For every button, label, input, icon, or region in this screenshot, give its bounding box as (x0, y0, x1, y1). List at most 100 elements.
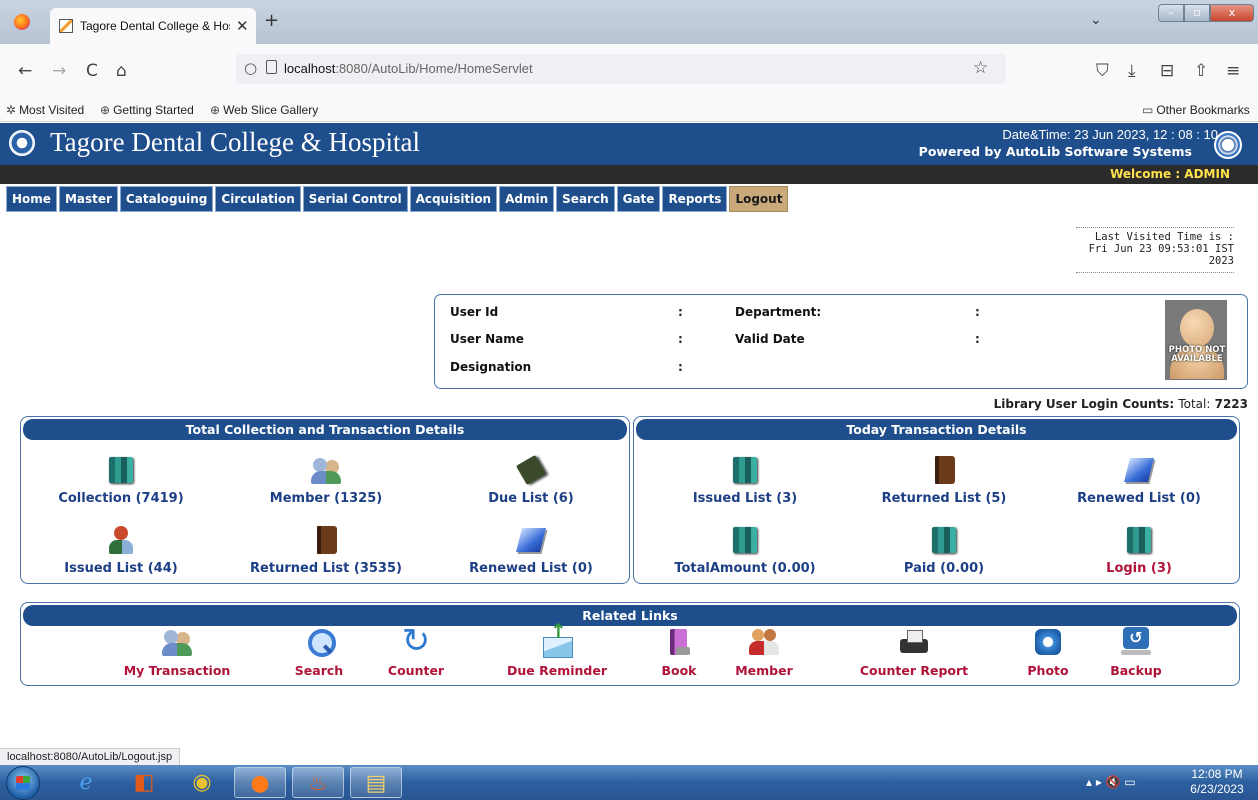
link-counter[interactable]: Counter (356, 621, 476, 678)
link-backup[interactable]: Backup (1076, 627, 1196, 678)
internet-explorer-icon[interactable]: ℯ (60, 767, 112, 798)
menu-search[interactable]: Search (556, 186, 615, 212)
login-label[interactable]: Login (3) (1039, 561, 1239, 576)
today-returned-label[interactable]: Returned List (5) (844, 491, 1044, 506)
main-menu: Home Master Cataloguing Circulation Seri… (6, 186, 789, 212)
issued-list-tile[interactable]: Issued List (44) (21, 525, 221, 576)
member-tile[interactable]: Member (1325) (226, 455, 426, 506)
list-tabs-button[interactable]: ⌄ (1090, 12, 1102, 28)
today-renewed-tile[interactable]: Renewed List (0) (1039, 455, 1239, 506)
menu-master[interactable]: Master (58, 186, 118, 212)
avatar-head-icon (1180, 309, 1214, 347)
window-minimize-button[interactable]: – (1158, 4, 1184, 22)
backup-icon (1121, 627, 1151, 657)
bookmark-star-icon[interactable]: ☆ (973, 58, 988, 78)
members-icon (311, 455, 341, 485)
menu-serial-control[interactable]: Serial Control (302, 186, 408, 212)
backup-label[interactable]: Backup (1076, 663, 1196, 678)
menu-acquisition[interactable]: Acquisition (409, 186, 498, 212)
menu-gate[interactable]: Gate (616, 186, 661, 212)
total-amount-label[interactable]: TotalAmount (0.00) (645, 561, 845, 576)
library-icon[interactable]: ⊟ (1160, 61, 1174, 81)
tracking-shield-icon[interactable]: ○ (244, 59, 257, 77)
java-icon[interactable]: ♨ (292, 767, 344, 798)
app-title: Tagore Dental College & Hospital (50, 127, 421, 157)
reload-icon[interactable]: C (86, 61, 98, 81)
url-text[interactable]: localhost:8080/AutoLib/Home/HomeServlet (284, 61, 533, 76)
renewed-list-label[interactable]: Renewed List (0) (431, 561, 631, 576)
returned-list-tile[interactable]: Returned List (3535) (226, 525, 426, 576)
login-counts-total-label: Total: (1178, 397, 1211, 411)
due-list-tile[interactable]: Due List (6) (431, 455, 631, 506)
chrome-icon[interactable]: ◉ (176, 767, 228, 798)
link-member[interactable]: Member (704, 627, 824, 678)
returned-list-label[interactable]: Returned List (3535) (226, 561, 426, 576)
downloads-icon[interactable]: ⤓ (1128, 61, 1136, 81)
browser-tab[interactable]: Tagore Dental College & Hospit ✕ (50, 8, 256, 44)
window-maximize-button[interactable]: ▫ (1184, 4, 1210, 22)
counter-report-label[interactable]: Counter Report (854, 663, 974, 678)
other-bookmarks[interactable]: ▭ Other Bookmarks (1142, 103, 1250, 117)
user-id-colon: : (678, 305, 683, 319)
link-counter-report[interactable]: Counter Report (854, 627, 974, 678)
bookmark-web-slice-gallery[interactable]: ⊕ Web Slice Gallery (210, 103, 318, 117)
menu-circulation[interactable]: Circulation (215, 186, 301, 212)
due-list-label[interactable]: Due List (6) (431, 491, 631, 506)
page-info-icon[interactable] (266, 60, 277, 74)
pocket-icon[interactable]: ⛉ (1096, 61, 1109, 81)
bookmark-most-visited[interactable]: ✲ Most Visited (6, 103, 84, 117)
issued-list-label[interactable]: Issued List (44) (21, 561, 221, 576)
counter-label[interactable]: Counter (356, 663, 476, 678)
system-clock[interactable]: 12:08 PM 6/23/2023 (1182, 767, 1252, 797)
blue-book-icon (516, 525, 546, 555)
office-icon[interactable]: ◧ (118, 767, 170, 798)
globe-icon: ⊕ (100, 103, 111, 117)
renewed-list-tile[interactable]: Renewed List (0) (431, 525, 631, 576)
firefox-taskbar-icon[interactable]: ● (234, 767, 286, 798)
my-transaction-label[interactable]: My Transaction (117, 663, 237, 678)
app-menu-icon[interactable]: ≡ (1226, 61, 1240, 81)
menu-logout[interactable]: Logout (729, 186, 789, 212)
new-tab-button[interactable]: + (264, 10, 279, 31)
file-explorer-icon[interactable]: ▤ (350, 767, 402, 798)
url-bar[interactable]: ○ localhost:8080/AutoLib/Home/HomeServle… (236, 54, 1006, 84)
today-issued-label[interactable]: Issued List (3) (645, 491, 845, 506)
firefox-icon[interactable] (14, 14, 30, 30)
window-close-button[interactable]: x (1210, 4, 1254, 22)
powered-by-text: Powered by AutoLib Software Systems (918, 144, 1192, 159)
login-tile[interactable]: Login (3) (1039, 525, 1239, 576)
forward-icon[interactable]: → (52, 61, 66, 81)
start-button[interactable] (6, 766, 40, 800)
today-issued-tile[interactable]: Issued List (3) (645, 455, 845, 506)
photo-icon (1033, 627, 1063, 657)
menu-admin[interactable]: Admin (499, 186, 555, 212)
total-amount-tile[interactable]: TotalAmount (0.00) (645, 525, 845, 576)
paid-tile[interactable]: Paid (0.00) (844, 525, 1044, 576)
folder-icon: ▭ (1142, 103, 1154, 117)
menu-cataloguing[interactable]: Cataloguing (119, 186, 214, 212)
back-icon[interactable]: ← (18, 61, 32, 81)
due-reminder-label[interactable]: Due Reminder (497, 663, 617, 678)
home-icon[interactable]: ⌂ (116, 61, 127, 81)
tab-title: Tagore Dental College & Hospit (80, 19, 230, 33)
collection-tile[interactable]: Collection (7419) (21, 455, 221, 506)
member-link-label[interactable]: Member (704, 663, 824, 678)
search-icon (304, 627, 336, 657)
tab-close-icon[interactable]: ✕ (236, 17, 249, 35)
bookmark-getting-started[interactable]: ⊕ Getting Started (100, 103, 194, 117)
link-due-reminder[interactable]: Due Reminder (497, 619, 617, 678)
member-label[interactable]: Member (1325) (226, 491, 426, 506)
clock-time: 12:08 PM (1191, 767, 1243, 781)
collection-label[interactable]: Collection (7419) (21, 491, 221, 506)
login-counts-label: Library User Login Counts: (993, 397, 1175, 411)
link-my-transaction[interactable]: My Transaction (117, 627, 237, 678)
today-renewed-label[interactable]: Renewed List (0) (1039, 491, 1239, 506)
menu-reports[interactable]: Reports (662, 186, 728, 212)
system-tray-icons[interactable]: ▴ ▸ 🔇 ▭ (1086, 775, 1136, 789)
browser-navigation-bar: ← → C ⌂ ○ localhost:8080/AutoLib/Home/Ho… (0, 44, 1258, 100)
books-icon (730, 455, 760, 485)
menu-home[interactable]: Home (6, 186, 57, 212)
extensions-icon[interactable]: ⇧ (1194, 61, 1208, 81)
today-returned-tile[interactable]: Returned List (5) (844, 455, 1044, 506)
paid-label[interactable]: Paid (0.00) (844, 561, 1044, 576)
